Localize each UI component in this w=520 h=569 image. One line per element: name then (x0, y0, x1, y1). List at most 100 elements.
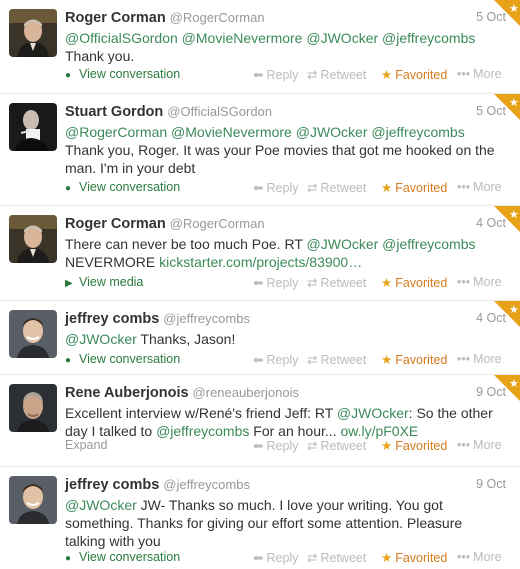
more-button[interactable]: ••• More (457, 550, 502, 564)
avatar[interactable] (9, 384, 57, 432)
tweet[interactable]: jeffrey combs @jeffreycombs 9 Oct @JWOcke… (0, 467, 520, 569)
favorited-button[interactable]: ★ Favorited (381, 352, 447, 367)
mention-link[interactable]: @JWOcker (307, 236, 379, 252)
tweet-text-segment: For an hour... (249, 423, 341, 439)
author-handle[interactable]: @RogerCorman (170, 216, 265, 231)
more-button[interactable]: ••• More (457, 67, 502, 81)
mention-link[interactable]: @JWOcker (337, 405, 409, 421)
star-icon: ★ (381, 551, 393, 565)
mention-link[interactable]: @jeffreycombs (382, 30, 475, 46)
tweet[interactable]: jeffrey combs @jeffreycombs 4 Oct @JWOcke… (0, 301, 520, 375)
tweet-date[interactable]: 9 Oct (476, 477, 506, 491)
mention-link[interactable]: @jeffreycombs (371, 124, 464, 140)
reply-icon: ⬅ (253, 276, 264, 290)
retweet-button[interactable]: ⇄ Retweet (307, 275, 366, 290)
avatar[interactable] (9, 103, 57, 151)
tweet[interactable]: Roger Corman @RogerCorman 4 Oct There can… (0, 206, 520, 301)
tweet-actions: Expand ⬅ Reply ⇄ Retweet ★ Favorited ••• Mor… (65, 438, 506, 454)
mention-link[interactable]: @RogerCorman (65, 124, 167, 140)
more-dots-icon: ••• (457, 352, 471, 366)
reply-icon: ⬅ (253, 353, 264, 367)
author-name[interactable]: Roger Corman (65, 216, 166, 232)
more-dots-icon: ••• (457, 67, 471, 81)
tweet-text: @OfficialSGordon @MovieNevermore @JWOcke… (65, 29, 506, 65)
url-link[interactable]: ow.ly/pF0XE (340, 423, 418, 439)
favorited-corner-star-icon: ★ (494, 375, 520, 401)
favorited-button[interactable]: ★ Favorited (381, 180, 447, 195)
author-handle[interactable]: @jeffreycombs (163, 311, 250, 326)
reply-button[interactable]: ⬅ Reply (253, 438, 298, 453)
author-name[interactable]: Rene Auberjonois (65, 385, 189, 401)
more-button[interactable]: ••• More (457, 352, 502, 366)
svg-text:★: ★ (509, 96, 519, 109)
retweet-button[interactable]: ⇄ Retweet (307, 180, 366, 195)
avatar[interactable] (9, 310, 57, 358)
retweet-button[interactable]: ⇄ Retweet (307, 438, 366, 453)
author-name[interactable]: jeffrey combs (65, 311, 159, 327)
retweet-button[interactable]: ⇄ Retweet (307, 352, 366, 367)
more-button[interactable]: ••• More (457, 275, 502, 289)
reply-button[interactable]: ⬅ Reply (253, 352, 298, 367)
favorited-button[interactable]: ★ Favorited (381, 275, 447, 290)
reply-button[interactable]: ⬅ Reply (253, 275, 298, 290)
jeffrey-combs-avatar-image (9, 476, 57, 524)
tweet[interactable]: Rene Auberjonois @reneauberjonois 9 Oct E… (0, 375, 520, 467)
author-name[interactable]: Roger Corman (65, 10, 166, 26)
star-icon: ★ (381, 68, 393, 82)
tweet[interactable]: Stuart Gordon @OfficialSGordon 5 Oct @Rog… (0, 94, 520, 206)
author-handle[interactable]: @reneauberjonois (193, 385, 299, 400)
mention-link[interactable]: @JWOcker (306, 30, 378, 46)
author-name[interactable]: Stuart Gordon (65, 104, 163, 120)
retweet-button[interactable]: ⇄ Retweet (307, 550, 366, 565)
favorited-button[interactable]: ★ Favorited (381, 550, 447, 565)
svg-text:★: ★ (509, 377, 519, 390)
mention-link[interactable]: @JWOcker (65, 331, 137, 347)
reply-button[interactable]: ⬅ Reply (253, 180, 298, 195)
more-button[interactable]: ••• More (457, 180, 502, 194)
star-icon: ★ (381, 439, 393, 453)
avatar[interactable] (9, 9, 57, 57)
url-link[interactable]: kickstarter.com/projects/83900… (159, 254, 362, 270)
view-conversation-link[interactable]: ● View conversation (65, 67, 180, 81)
favorited-button[interactable]: ★ Favorited (381, 438, 447, 453)
tweet-actions: ● View conversation ⬅ Reply ⇄ Retweet ★ Favo… (65, 67, 506, 83)
expand-link[interactable]: Expand (65, 438, 107, 452)
retweet-icon: ⇄ (307, 276, 318, 290)
tweet-feed: Roger Corman @RogerCorman 5 Oct @Official… (0, 0, 520, 569)
avatar[interactable] (9, 476, 57, 524)
more-button[interactable]: ••• More (457, 438, 502, 452)
mention-link[interactable]: @MovieNevermore (171, 124, 292, 140)
mention-link[interactable]: @JWOcker (296, 124, 368, 140)
view-conversation-link[interactable]: ● View conversation (65, 180, 180, 194)
more-dots-icon: ••• (457, 550, 471, 564)
tweet[interactable]: Roger Corman @RogerCorman 5 Oct @Official… (0, 0, 520, 94)
tweet-actions: ● View conversation ⬅ Reply ⇄ Retweet ★ Favo… (65, 550, 506, 566)
rene-auberjonois-avatar-image (9, 384, 57, 432)
mention-link[interactable]: @OfficialSGordon (65, 30, 178, 46)
mention-link[interactable]: @jeffreycombs (156, 423, 249, 439)
author-handle[interactable]: @jeffreycombs (163, 477, 250, 492)
reply-button[interactable]: ⬅ Reply (253, 550, 298, 565)
mention-link[interactable]: @jeffreycombs (382, 236, 475, 252)
favorited-corner-star-icon: ★ (494, 206, 520, 232)
author-handle[interactable]: @RogerCorman (170, 10, 265, 25)
retweet-icon: ⇄ (307, 439, 318, 453)
conversation-icon: ● (65, 183, 72, 194)
author-name[interactable]: jeffrey combs (65, 477, 159, 493)
view-conversation-link[interactable]: ● View conversation (65, 550, 180, 564)
avatar[interactable] (9, 215, 57, 263)
retweet-button[interactable]: ⇄ Retweet (307, 67, 366, 82)
view-conversation-link[interactable]: ● View conversation (65, 352, 180, 366)
stuart-gordon-avatar-image (9, 103, 57, 151)
retweet-icon: ⇄ (307, 68, 318, 82)
author-handle[interactable]: @OfficialSGordon (167, 104, 272, 119)
favorited-corner-star-icon: ★ (494, 0, 520, 26)
tweet-text-segment: Thank you. (65, 48, 135, 64)
star-icon: ★ (381, 353, 393, 367)
view-media-link[interactable]: ▶ View media (65, 275, 143, 289)
favorited-button[interactable]: ★ Favorited (381, 67, 447, 82)
reply-button[interactable]: ⬅ Reply (253, 67, 298, 82)
mention-link[interactable]: @MovieNevermore (182, 30, 303, 46)
svg-text:★: ★ (509, 208, 519, 221)
mention-link[interactable]: @JWOcker (65, 497, 137, 513)
